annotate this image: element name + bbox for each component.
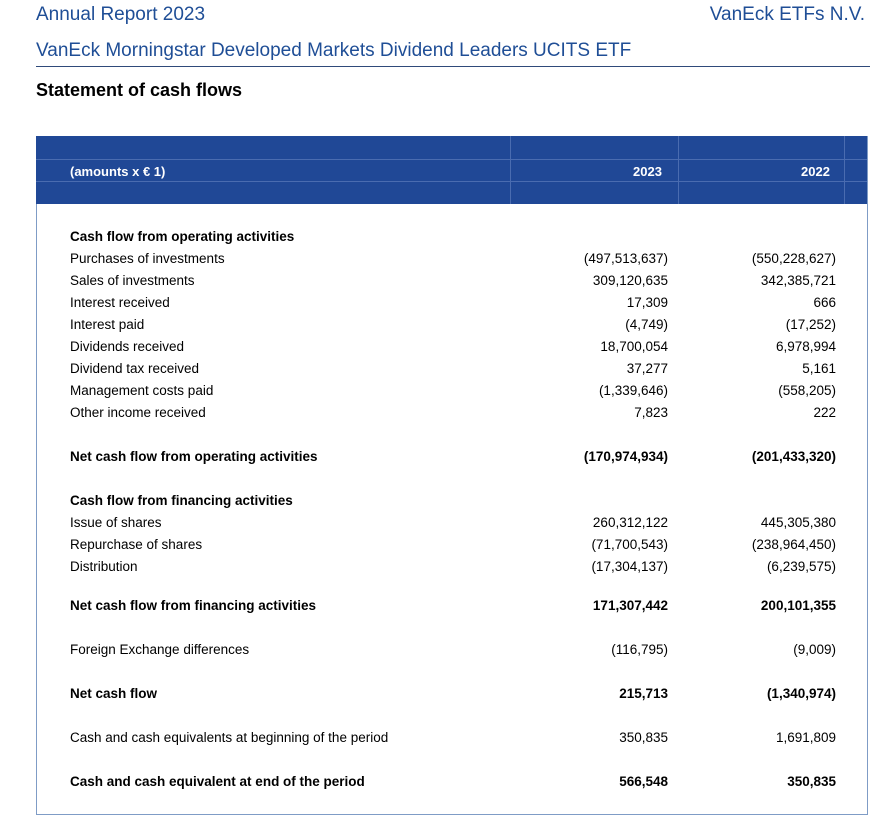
value-2023: 7,823 [634,405,668,420]
header-gridline [510,136,511,204]
header-gridline [678,136,679,204]
value-2022: 342,385,721 [760,273,836,288]
value-2023: (1,339,646) [598,383,668,398]
value-2023: (170,974,934) [583,449,668,464]
value-2023: (4,749) [625,317,668,332]
table-row: Dividends received 18,700,054 6,978,994 [70,339,836,359]
table-row: Repurchase of shares (71,700,543) (238,964… [70,537,836,557]
table-row: Cash flow from operating activities [70,229,836,249]
value-2022: (17,252) [785,317,836,332]
table-row: Interest paid (4,749) (17,252) [70,317,836,337]
value-2022: 222 [813,405,836,420]
row-label: Cash flow from operating activities [70,229,295,244]
row-label: Purchases of investments [70,251,225,266]
value-2023: 309,120,635 [592,273,668,288]
value-2022: (6,239,575) [766,559,836,574]
value-2022: 445,305,380 [760,515,836,530]
column-header-2022: 2022 [801,164,830,179]
table-row: Cash and cash equivalent at end of the p… [70,774,836,794]
row-label: Sales of investments [70,273,195,288]
table-row: Net cash flow 215,713 (1,340,974) [70,686,836,706]
table-row: Interest received 17,309 666 [70,295,836,315]
row-label: Net cash flow from operating activities [70,449,318,464]
row-label: Issue of shares [70,515,162,530]
value-2022: 666 [813,295,836,310]
table-header: (amounts x € 1) 2023 2022 [36,136,867,204]
table-row: Sales of investments 309,120,635 342,385,7… [70,273,836,293]
column-header-2023: 2023 [633,164,662,179]
row-label: Foreign Exchange differences [70,642,250,657]
value-2022: 6,978,994 [775,339,836,354]
table-row: Management costs paid (1,339,646) (558,205… [70,383,836,403]
value-2022: (1,340,974) [766,686,836,701]
value-2022: 1,691,809 [775,730,836,745]
table-row: Cash flow from financing activities [70,493,836,513]
table-row: Purchases of investments (497,513,637) (55… [70,251,836,271]
header-gridline [36,159,867,160]
table-row: Issue of shares 260,312,122 445,305,380 [70,515,836,535]
value-2022: 200,101,355 [760,598,836,613]
table-row: Dividend tax received 37,277 5,161 [70,361,836,381]
row-label: Other income received [70,405,206,420]
value-2023: 260,312,122 [592,515,668,530]
fund-name: VanEck Morningstar Developed Markets Div… [36,40,632,61]
row-label: Cash flow from financing activities [70,493,293,508]
header-gridline [36,181,867,182]
row-label: Repurchase of shares [70,537,203,552]
value-2023: (17,304,137) [591,559,668,574]
table-row: Cash and cash equivalents at beginning o… [70,730,836,750]
row-label: Interest received [70,295,170,310]
value-2022: 350,835 [787,774,836,789]
value-2022: (9,009) [793,642,836,657]
value-2022: 5,161 [802,361,836,376]
row-label: Net cash flow [70,686,158,701]
statement-title: Statement of cash flows [36,80,243,100]
value-2023: 350,835 [619,730,668,745]
row-label: Dividend tax received [70,361,200,376]
value-2022: (238,964,450) [751,537,836,552]
row-label: Net cash flow from financing activities [70,598,317,613]
row-label: Cash and cash equivalents at beginning o… [70,730,389,745]
value-2023: (71,700,543) [591,537,668,552]
value-2023: 171,307,442 [592,598,668,613]
value-2023: 18,700,054 [600,339,668,354]
table-row: Other income received 7,823 222 [70,405,836,425]
value-2023: 37,277 [626,361,668,376]
table-row: Net cash flow from operating activities (… [70,449,836,469]
table-row: Net cash flow from financing activities 1… [70,598,836,618]
row-label: Distribution [70,559,138,574]
column-header-amounts: (amounts x € 1) [70,164,166,179]
table-row: Foreign Exchange differences (116,795) (9,… [70,642,836,662]
value-2023: 215,713 [619,686,668,701]
value-2023: 566,548 [619,774,668,789]
header-rule [36,66,870,67]
value-2023: (497,513,637) [583,251,668,266]
value-2022: (558,205) [778,383,836,398]
table-row: Distribution (17,304,137) (6,239,575) [70,559,836,579]
row-label: Cash and cash equivalent at end of the p… [70,774,365,789]
header-gridline [844,136,845,204]
report-title: Annual Report 2023 [36,4,206,25]
row-label: Interest paid [70,317,145,332]
row-label: Dividends received [70,339,185,354]
row-label: Management costs paid [70,383,214,398]
value-2022: (550,228,627) [751,251,836,266]
value-2022: (201,433,320) [751,449,836,464]
company-name: VanEck ETFs N.V. [709,4,865,25]
value-2023: 17,309 [626,295,668,310]
value-2023: (116,795) [611,642,668,657]
